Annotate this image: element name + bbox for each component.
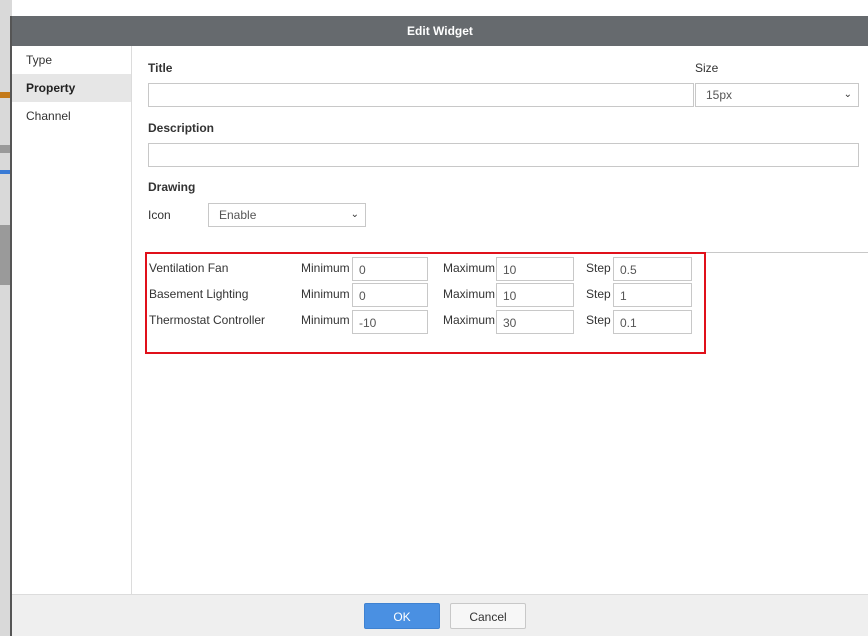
step-input[interactable]: 0.5 [613,257,692,281]
property-panel: Title Size 15px ⌄ Description Drawing Ic… [133,46,868,594]
size-select[interactable]: 15px ⌄ [695,83,859,107]
maximum-input[interactable]: 30 [496,310,574,334]
minimum-input[interactable]: 0 [352,283,428,307]
maximum-label: Maximum [443,313,496,327]
step-input[interactable]: 0.1 [613,310,692,334]
maximum-input[interactable]: 10 [496,283,574,307]
icon-select[interactable]: Enable ⌄ [208,203,366,227]
edit-widget-dialog: Edit Widget Type Property Channel Title … [10,16,868,636]
ok-button[interactable]: OK [364,603,440,629]
dialog-sidebar: Type Property Channel [12,46,132,594]
title-label: Title [148,61,173,75]
step-input[interactable]: 1 [613,283,692,307]
maximum-label: Maximum [443,287,496,301]
channel-name: Thermostat Controller [149,313,266,327]
step-label: Step [586,313,611,327]
channel-name: Ventilation Fan [149,261,229,275]
icon-select-value: Enable [219,208,257,222]
sidebar-item-label: Property [26,81,76,95]
minimum-input[interactable]: -10 [352,310,428,334]
minimum-label: Minimum [301,313,350,327]
drawing-label: Drawing [148,180,196,194]
minimum-input[interactable]: 0 [352,257,428,281]
cancel-button[interactable]: Cancel [450,603,526,629]
step-label: Step [586,287,611,301]
sidebar-item-type[interactable]: Type [12,46,131,74]
sidebar-item-label: Type [26,53,53,67]
highlight-box: Ventilation Fan Minimum 0 Maximum 10 Ste… [145,252,706,354]
chevron-down-icon: ⌄ [843,89,852,100]
minimum-label: Minimum [301,287,350,301]
size-label: Size [695,61,719,75]
description-label: Description [148,121,215,135]
icon-label: Icon [148,208,171,222]
channel-name: Basement Lighting [149,287,249,301]
dialog-footer: OK Cancel [12,594,868,636]
maximum-input[interactable]: 10 [496,257,574,281]
sidebar-item-label: Channel [26,109,71,123]
maximum-label: Maximum [443,261,496,275]
step-label: Step [586,261,611,275]
dialog-title: Edit Widget [12,16,868,46]
sidebar-item-channel[interactable]: Channel [12,102,131,130]
chevron-down-icon: ⌄ [350,209,359,220]
minimum-label: Minimum [301,261,350,275]
sidebar-item-property[interactable]: Property [12,74,131,102]
title-input[interactable] [148,83,694,107]
size-value: 15px [706,88,733,102]
description-input[interactable] [148,143,859,167]
